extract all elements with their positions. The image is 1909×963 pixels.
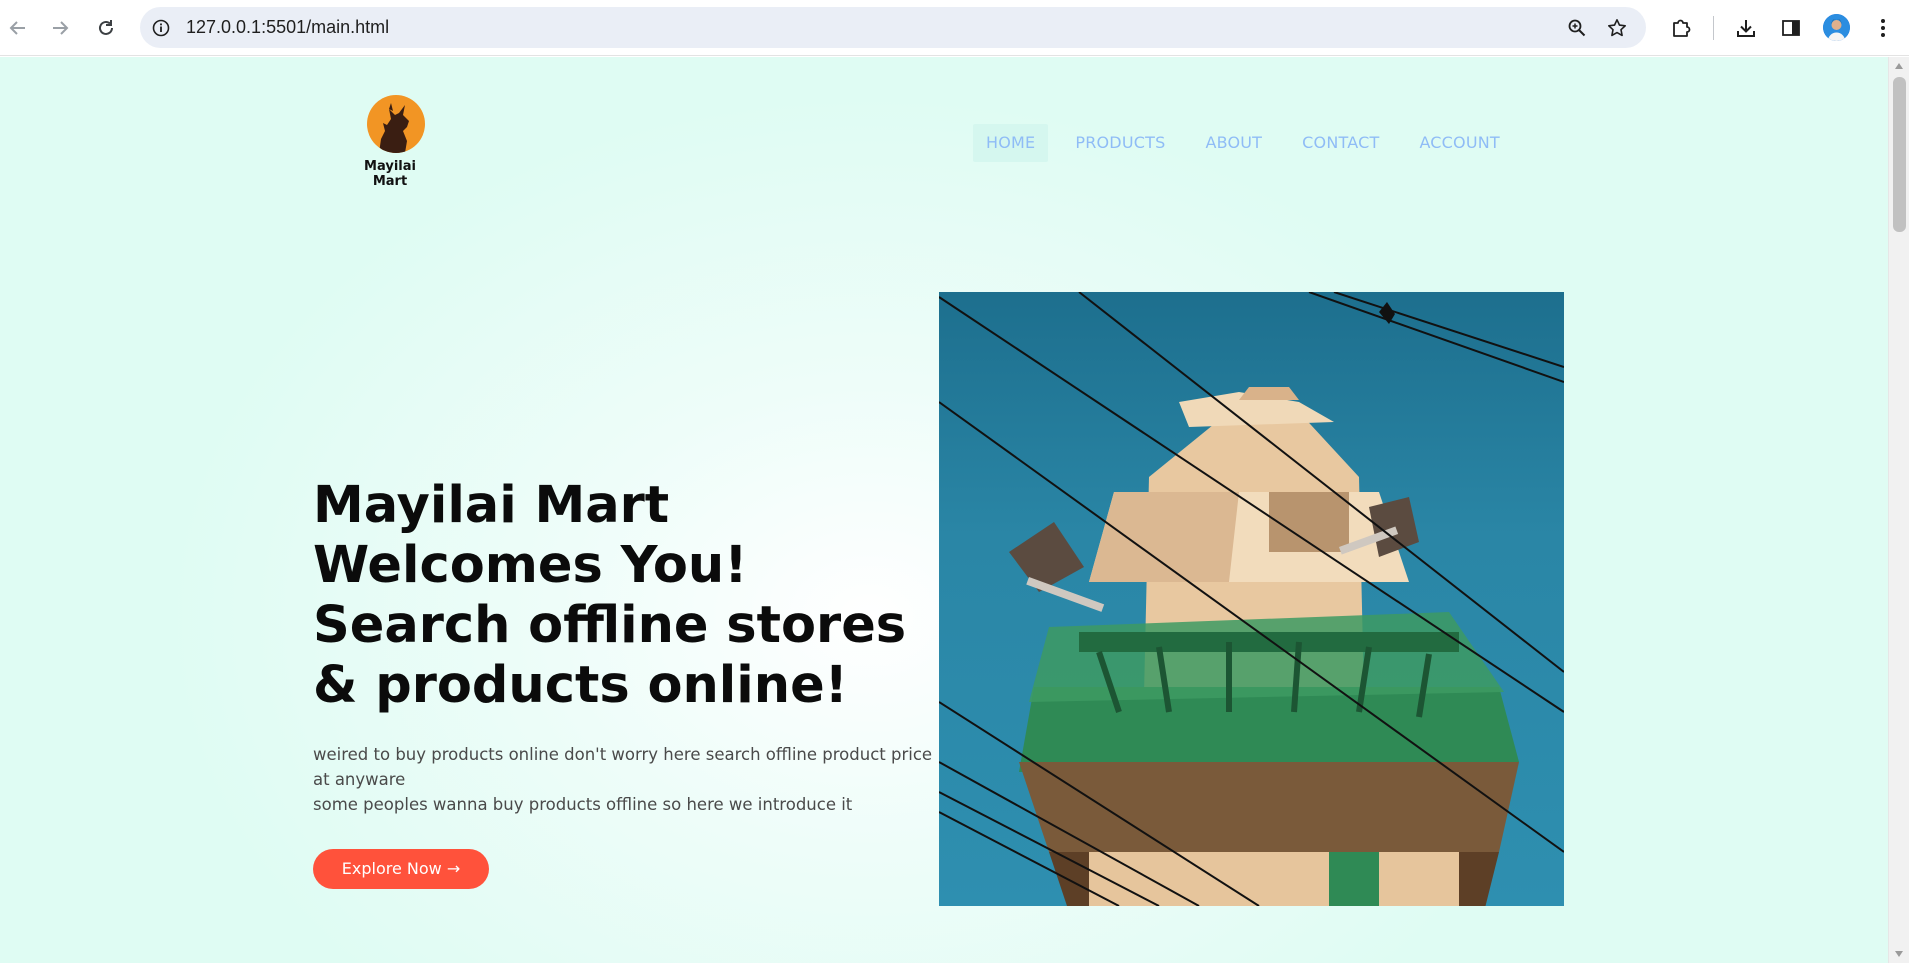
site-logo[interactable]: Mayilai Mart [345, 95, 435, 189]
info-icon[interactable] [149, 16, 173, 40]
scroll-up-arrow-icon[interactable] [1895, 63, 1903, 69]
star-icon[interactable] [1604, 15, 1630, 41]
address-bar[interactable]: 127.0.0.1:5501/main.html [140, 7, 1646, 48]
hero-description: weired to buy products online don't worr… [313, 742, 943, 817]
puzzle-icon[interactable] [1666, 13, 1696, 43]
hero-title-line1: Mayilai Mart Welcomes You! [313, 476, 748, 595]
back-button[interactable] [0, 10, 36, 46]
arrow-left-icon [9, 21, 25, 35]
hero-desc-line2: some peoples wanna buy products offline … [313, 795, 853, 814]
kebab-menu-icon[interactable] [1868, 13, 1898, 43]
download-icon[interactable] [1731, 13, 1761, 43]
side-panel-icon[interactable] [1776, 13, 1806, 43]
hero-desc-line1: weired to buy products online don't worr… [313, 745, 933, 789]
logo-text: Mayilai Mart [364, 159, 416, 189]
reload-button[interactable] [88, 10, 124, 46]
scrollbar-thumb[interactable] [1893, 77, 1906, 232]
url-text[interactable]: 127.0.0.1:5501/main.html [186, 7, 389, 48]
browser-toolbar: 127.0.0.1:5501/main.html [0, 0, 1909, 56]
avatar[interactable] [1823, 14, 1850, 41]
hero-image-minaret [939, 292, 1564, 906]
scroll-down-arrow-icon[interactable] [1895, 951, 1903, 957]
arrow-right-icon [53, 21, 69, 35]
hero-title-line2: Search offline stores & products online! [313, 596, 907, 715]
nav-products[interactable]: PRODUCTS [1062, 124, 1178, 162]
zoom-icon[interactable] [1564, 15, 1590, 41]
wolf-logo-icon [367, 95, 425, 153]
page-scrollbar[interactable] [1888, 57, 1909, 963]
toolbar-divider [1713, 16, 1714, 40]
web-page: Mayilai Mart HOME PRODUCTS ABOUT CONTACT… [0, 57, 1888, 963]
main-nav: HOME PRODUCTS ABOUT CONTACT ACCOUNT [973, 124, 1513, 162]
nav-account[interactable]: ACCOUNT [1406, 124, 1512, 162]
nav-about[interactable]: ABOUT [1192, 124, 1275, 162]
reload-icon [99, 20, 113, 35]
explore-now-button[interactable]: Explore Now → [313, 849, 489, 889]
hero-title: Mayilai Mart Welcomes You! Search offlin… [313, 476, 953, 716]
nav-home[interactable]: HOME [973, 124, 1049, 162]
nav-contact[interactable]: CONTACT [1289, 124, 1392, 162]
forward-button[interactable] [42, 10, 78, 46]
